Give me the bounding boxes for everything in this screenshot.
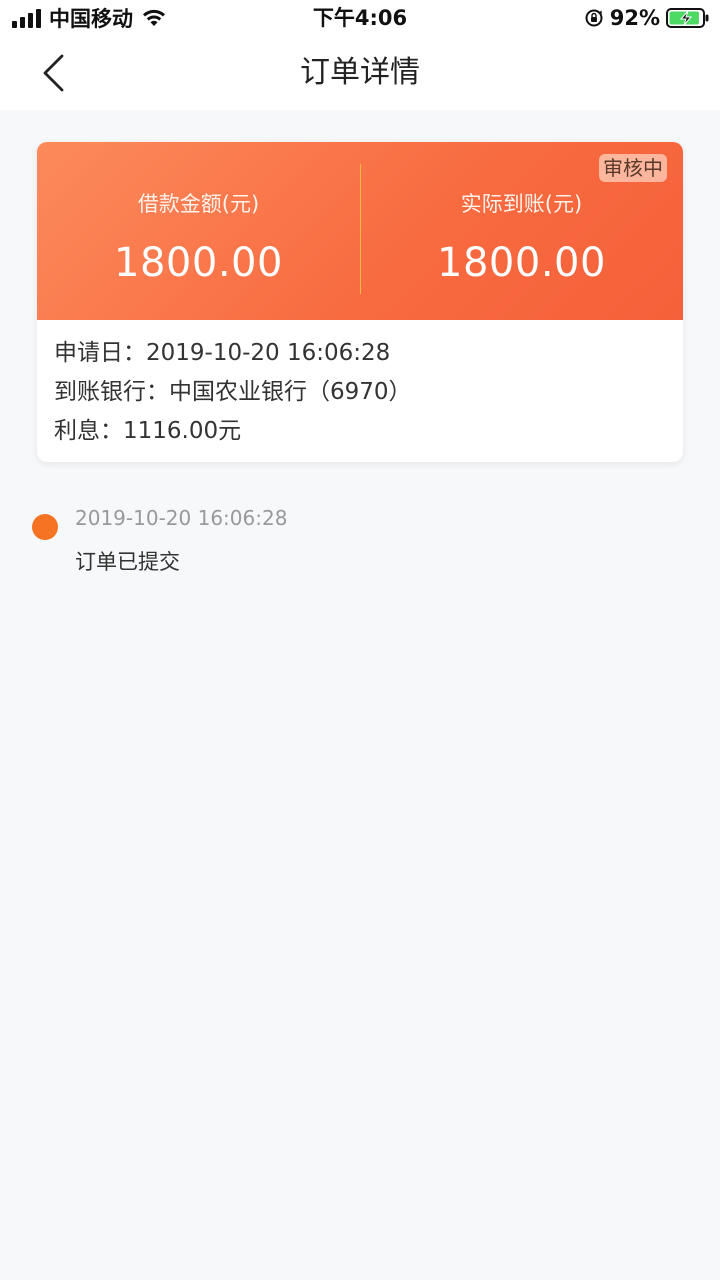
status-bar-right: 92% [584,4,710,32]
received-amount-label: 实际到账(元) [460,192,583,216]
status-badge: 审核中 [599,154,667,182]
order-summary-card: 借款金额(元) 1800.00 实际到账(元) 1800.00 审核中 申请日：… [37,142,683,462]
receiving-bank: 到账银行：中国农业银行（6970） [54,379,412,405]
apply-date: 申请日：2019-10-20 16:06:28 [54,340,391,366]
timeline-dot [32,514,58,540]
timeline-time: 2019-10-20 16:06:28 [75,506,288,530]
nav-bar: 订单详情 [0,36,720,110]
timeline-text: 订单已提交 [75,550,180,574]
battery-charging-icon [666,8,709,28]
page-title: 订单详情 [300,55,420,90]
loan-amount-label: 借款金额(元) [137,192,260,216]
interest: 利息：1116.00元 [54,418,242,444]
battery-percent: 92% [609,6,660,30]
status-bar: 中国移动 下午4:06 92% [0,0,720,36]
received-amount-value: 1800.00 [437,240,606,286]
loan-amount-section: 借款金额(元) 1800.00 [37,142,360,320]
order-info: 申请日：2019-10-20 16:06:28 到账银行：中国农业银行（6970… [54,338,666,455]
amount-header: 借款金额(元) 1800.00 实际到账(元) 1800.00 审核中 [37,142,683,320]
loan-amount-value: 1800.00 [114,240,283,286]
rotation-lock-icon [585,9,603,27]
